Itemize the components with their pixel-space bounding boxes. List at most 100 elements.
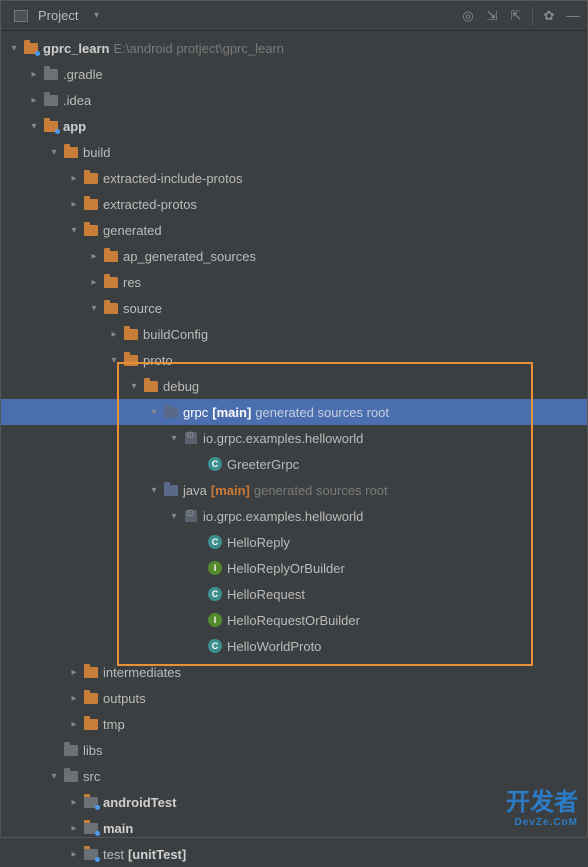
interface-icon: I <box>207 560 223 576</box>
tree-item[interactable]: main <box>1 815 587 841</box>
chevron-down-icon[interactable] <box>107 353 121 367</box>
chevron-down-icon[interactable] <box>47 769 61 783</box>
tree-item[interactable]: test [unitTest] <box>1 841 587 867</box>
root-name: gprc_learn <box>43 41 109 56</box>
folder-icon <box>63 144 79 160</box>
folder-icon <box>83 690 99 706</box>
tree-item[interactable]: extracted-include-protos <box>1 165 587 191</box>
tree-item-src[interactable]: src <box>1 763 587 789</box>
tree-item-java[interactable]: java [main] generated sources root <box>1 477 587 503</box>
label: generated <box>103 223 162 238</box>
label: libs <box>83 743 103 758</box>
project-view-label: Project <box>38 8 78 23</box>
chevron-right-icon[interactable] <box>67 717 81 731</box>
label: extracted-protos <box>103 197 197 212</box>
root-path: E:\android protject\gprc_learn <box>113 41 284 56</box>
tree-item[interactable]: outputs <box>1 685 587 711</box>
tree-item-libs[interactable]: libs <box>1 737 587 763</box>
folder-icon <box>63 742 79 758</box>
folder-icon <box>123 352 139 368</box>
tag: [main] <box>211 483 250 498</box>
label: HelloWorldProto <box>227 639 321 654</box>
gear-icon[interactable]: ✿ <box>541 8 557 24</box>
label: src <box>83 769 100 784</box>
tree-item-idea[interactable]: .idea <box>1 87 587 113</box>
chevron-down-icon[interactable] <box>7 41 21 55</box>
toolbar-actions: ◎ ⇲ ⇱ ✿ — <box>460 7 581 25</box>
tree-item[interactable]: res <box>1 269 587 295</box>
chevron-right-icon[interactable] <box>67 821 81 835</box>
folder-icon <box>83 222 99 238</box>
tree-item-generated[interactable]: generated <box>1 217 587 243</box>
tree-item-grpc-selected[interactable]: grpc [main] generated sources root <box>1 399 587 425</box>
folder-icon <box>83 196 99 212</box>
chevron-down-icon[interactable] <box>87 301 101 315</box>
tree-item-debug[interactable]: debug <box>1 373 587 399</box>
chevron-right-icon[interactable] <box>87 249 101 263</box>
tree-item-package[interactable]: io.grpc.examples.helloworld <box>1 425 587 451</box>
chevron-right-icon[interactable] <box>87 275 101 289</box>
tree-item-build[interactable]: build <box>1 139 587 165</box>
class-icon: C <box>207 586 223 602</box>
label: grpc <box>183 405 208 420</box>
chevron-down-icon[interactable] <box>167 431 181 445</box>
label: extracted-include-protos <box>103 171 242 186</box>
folder-icon <box>43 92 59 108</box>
label: main <box>103 821 133 836</box>
expand-icon[interactable]: ⇲ <box>484 8 500 24</box>
chevron-right-icon[interactable] <box>67 847 81 861</box>
tree-item-class[interactable]: C GreeterGrpc <box>1 451 587 477</box>
tree-item-class[interactable]: C HelloRequest <box>1 581 587 607</box>
folder-icon <box>63 768 79 784</box>
chevron-down-icon[interactable] <box>127 379 141 393</box>
tree-item-class[interactable]: C HelloWorldProto <box>1 633 587 659</box>
chevron-down-icon[interactable] <box>47 145 61 159</box>
chevron-right-icon[interactable] <box>67 691 81 705</box>
tree-root[interactable]: gprc_learn E:\android protject\gprc_lear… <box>1 35 587 61</box>
chevron-right-icon[interactable] <box>27 93 41 107</box>
label: app <box>63 119 86 134</box>
tree-item-interface[interactable]: I HelloReplyOrBuilder <box>1 555 587 581</box>
tree-item-class[interactable]: C HelloReply <box>1 529 587 555</box>
tree-item-interface[interactable]: I HelloRequestOrBuilder <box>1 607 587 633</box>
tree-item-app[interactable]: app <box>1 113 587 139</box>
chevron-right-icon[interactable] <box>27 67 41 81</box>
chevron-down-icon[interactable] <box>167 509 181 523</box>
tree-item-source[interactable]: source <box>1 295 587 321</box>
label: res <box>123 275 141 290</box>
folder-icon <box>43 66 59 82</box>
module-folder-icon <box>83 846 99 862</box>
chevron-down-icon[interactable] <box>27 119 41 133</box>
tree-item[interactable]: tmp <box>1 711 587 737</box>
tree-item[interactable]: intermediates <box>1 659 587 685</box>
toolbar: Project ◎ ⇲ ⇱ ✿ — <box>1 1 587 31</box>
tree-item-gradle[interactable]: .gradle <box>1 61 587 87</box>
locate-icon[interactable]: ◎ <box>460 8 476 24</box>
tree-item[interactable]: buildConfig <box>1 321 587 347</box>
label: .gradle <box>63 67 103 82</box>
separator <box>532 7 533 25</box>
chevron-right-icon[interactable] <box>107 327 121 341</box>
tree-item[interactable]: androidTest <box>1 789 587 815</box>
folder-icon <box>83 170 99 186</box>
tree-item[interactable]: extracted-protos <box>1 191 587 217</box>
label: intermediates <box>103 665 181 680</box>
collapse-icon[interactable]: ⇱ <box>508 8 524 24</box>
chevron-right-icon[interactable] <box>67 795 81 809</box>
chevron-right-icon[interactable] <box>67 171 81 185</box>
interface-icon: I <box>207 612 223 628</box>
chevron-down-icon[interactable] <box>147 483 161 497</box>
chevron-right-icon[interactable] <box>67 197 81 211</box>
project-view-selector[interactable]: Project <box>7 6 107 26</box>
project-icon <box>13 8 29 24</box>
minimize-icon[interactable]: — <box>565 8 581 24</box>
chevron-right-icon[interactable] <box>67 665 81 679</box>
tree-item-package[interactable]: io.grpc.examples.helloworld <box>1 503 587 529</box>
chevron-down-icon[interactable] <box>147 405 161 419</box>
label: outputs <box>103 691 146 706</box>
tree-item-proto[interactable]: proto <box>1 347 587 373</box>
folder-icon <box>103 274 119 290</box>
label: GreeterGrpc <box>227 457 299 472</box>
tree-item[interactable]: ap_generated_sources <box>1 243 587 269</box>
chevron-down-icon[interactable] <box>67 223 81 237</box>
